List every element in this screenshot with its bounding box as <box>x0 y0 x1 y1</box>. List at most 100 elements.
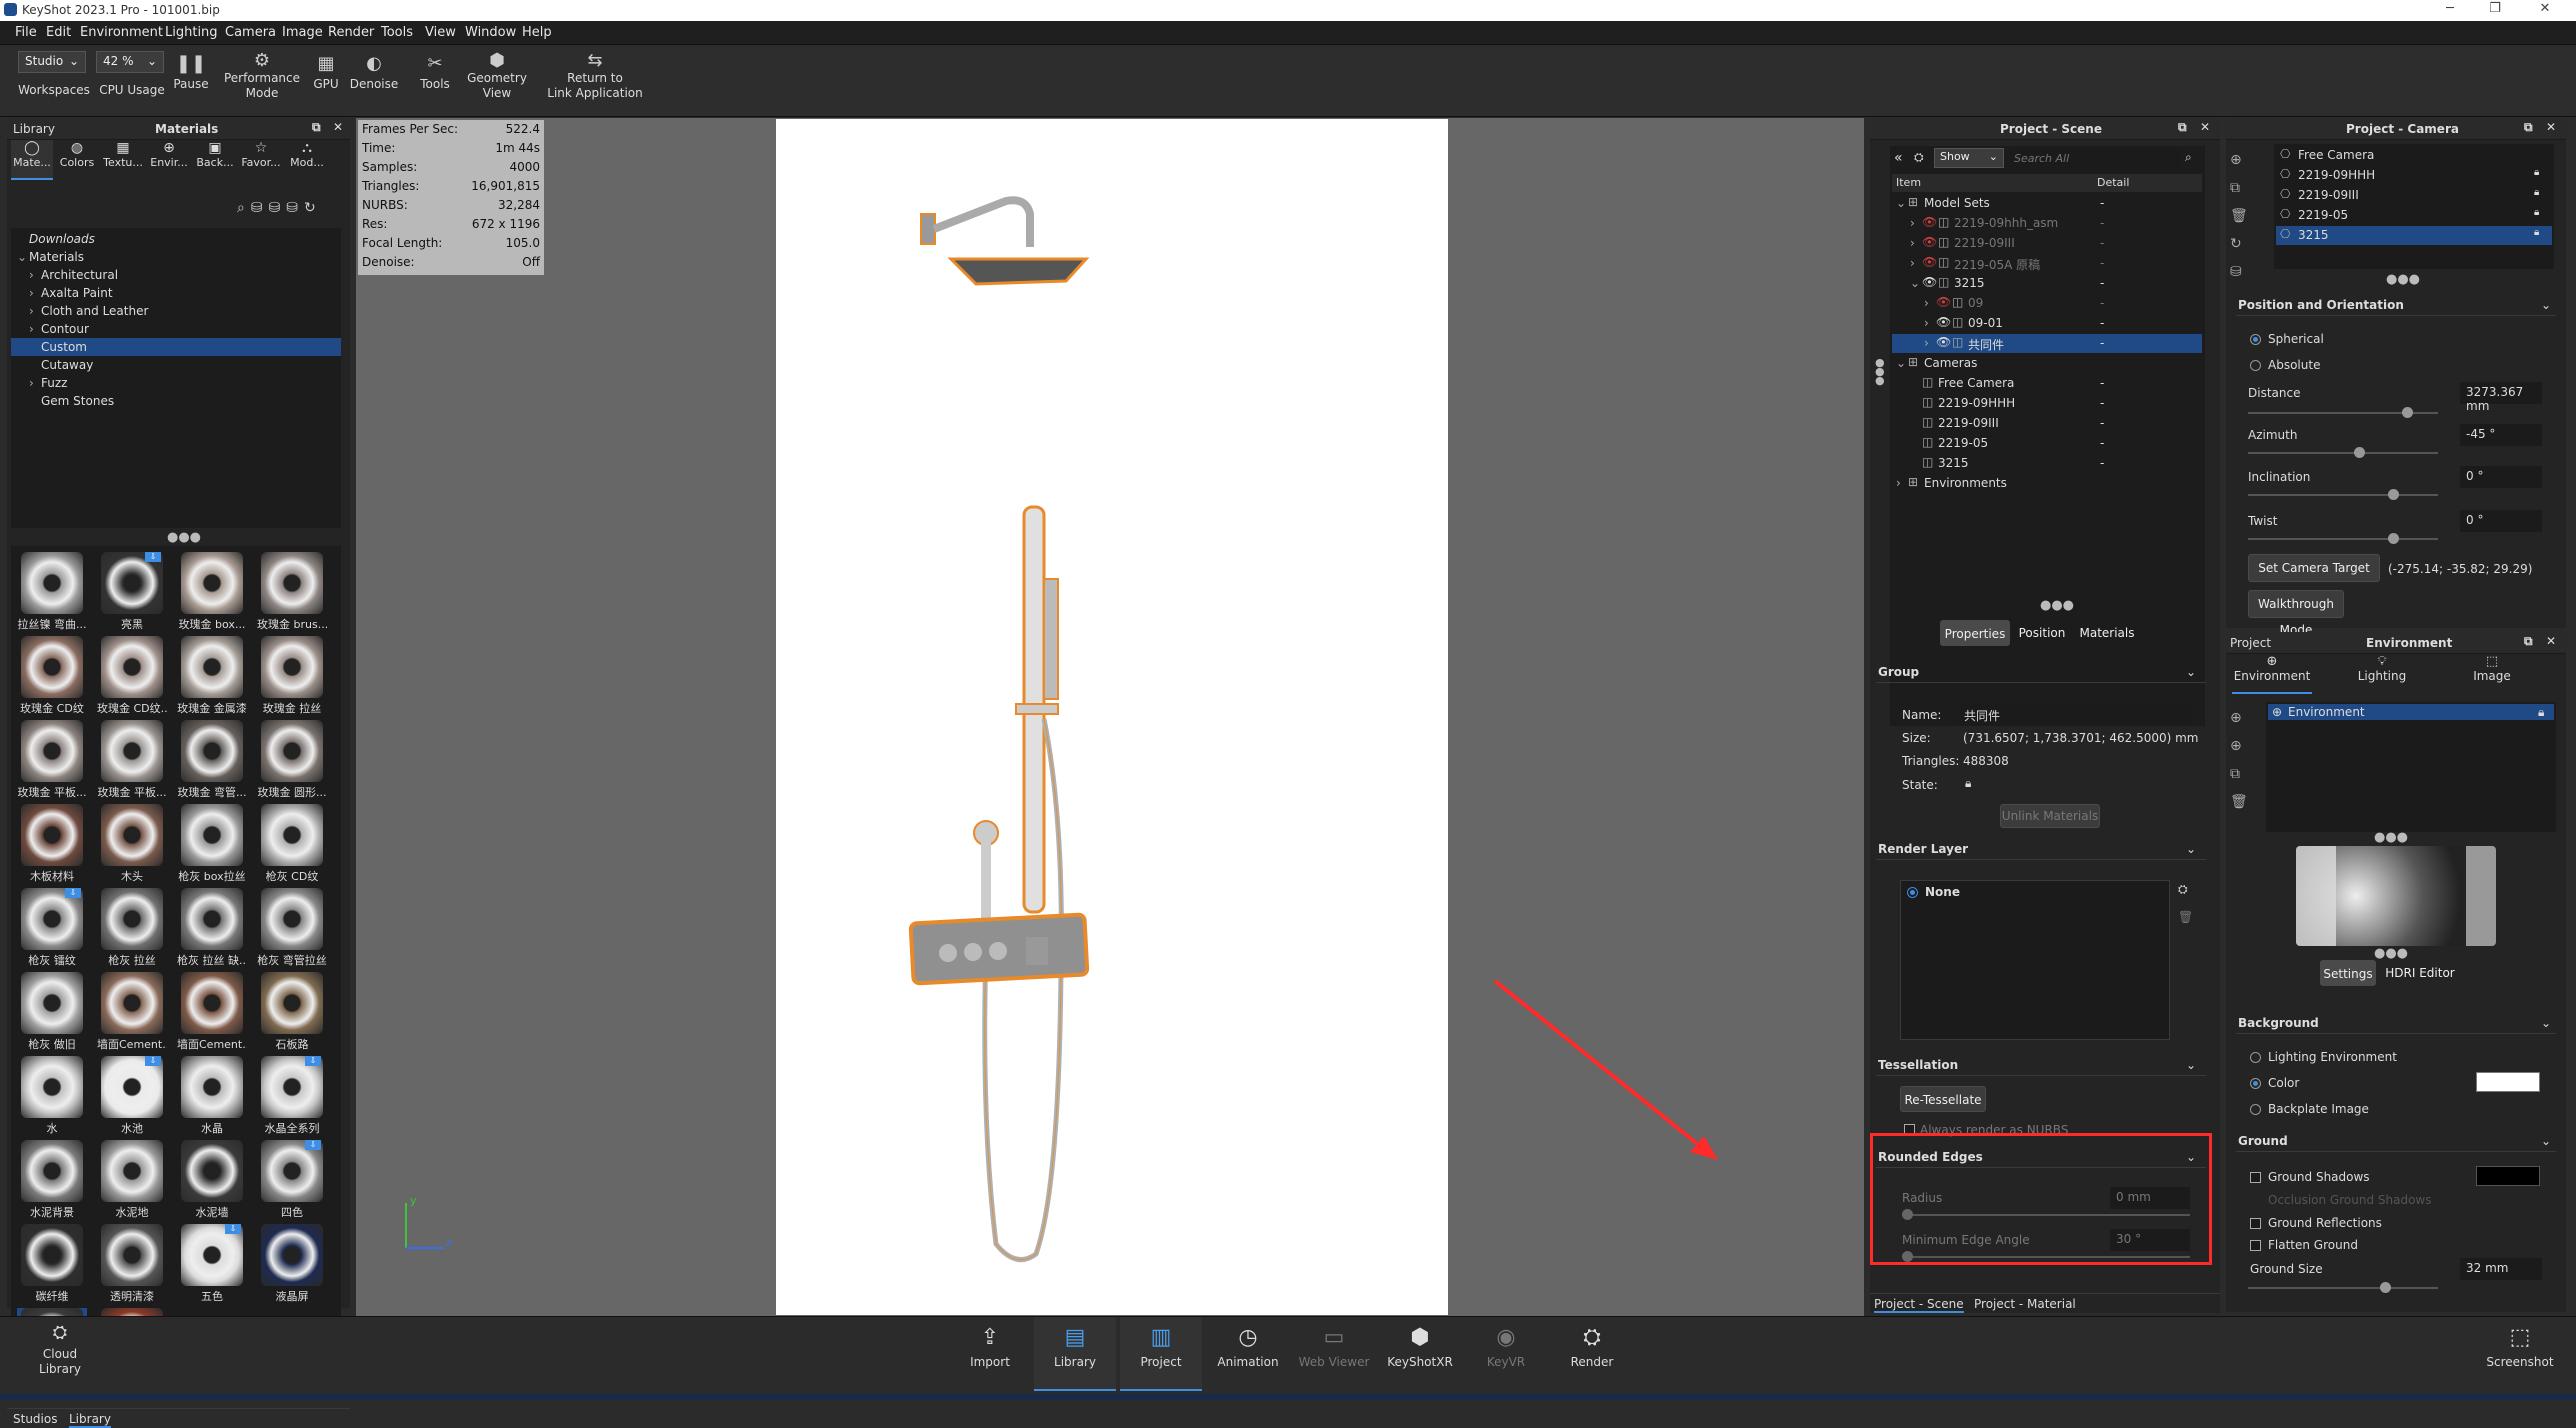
scene-tree-row[interactable]: › 👁︎ ◫ 2219-09hhh_asm - <box>1892 214 2202 233</box>
menu-window[interactable]: Window <box>465 25 516 40</box>
chevron-down-icon[interactable]: ⌄ <box>1896 196 1906 210</box>
render-frame[interactable] <box>776 119 1448 1315</box>
bg-lighting-env-radio[interactable] <box>2250 1052 2261 1063</box>
menu-image[interactable]: Image <box>282 25 323 40</box>
splitter-dots-icon[interactable]: ●●● <box>2040 598 2074 613</box>
camera-item[interactable]: ⎔ Free Camera <box>2276 146 2552 165</box>
material-swatch[interactable]: ⇩ 枪灰 镭纹 <box>17 888 87 972</box>
lock-icon[interactable]: 🔒︎ <box>2538 705 2544 720</box>
scene-tree-row[interactable]: › 👁︎ ◫ 09 - <box>1892 294 2202 313</box>
maximize-icon[interactable]: ❐ <box>2475 1 2515 16</box>
min-edge-angle-field[interactable]: 30 ° <box>2110 1229 2190 1251</box>
splitter-vertical-icon[interactable]: ● ● ● <box>1875 357 1885 386</box>
denoise-button[interactable]: ◐ Denoise <box>348 51 400 92</box>
minimize-icon[interactable]: ─ <box>2430 1 2470 16</box>
close-panel-icon[interactable]: ✕ <box>2546 120 2556 134</box>
tab-properties[interactable]: Properties <box>1940 620 2010 646</box>
tab-position[interactable]: Position <box>2012 620 2072 646</box>
performance-mode-button[interactable]: ⚙ Performance Mode <box>222 51 302 101</box>
material-swatch[interactable]: 玫瑰金 圆形... <box>257 720 327 804</box>
dock-render-button[interactable]: ⛭ Render <box>1552 1325 1632 1369</box>
scene-tree-row[interactable]: › ⊞ Environments <box>1892 474 2202 493</box>
dock-library-button[interactable]: ▤ Library <box>1034 1317 1116 1391</box>
material-swatch[interactable]: 枪灰 拉丝 <box>97 888 167 972</box>
collapse-icon[interactable]: « <box>1894 150 1903 166</box>
undock-icon[interactable]: ⧉ <box>2178 120 2187 135</box>
tree-item[interactable]: › Architectural <box>11 266 341 284</box>
tools-button[interactable]: ✂ Tools <box>415 51 455 92</box>
scene-tree-row[interactable]: ⌄ ⊞ Cameras <box>1892 354 2202 373</box>
tab-materials[interactable]: ◯ Mate... <box>11 140 53 180</box>
rounded-edges-header[interactable]: Rounded Edges ⌄ <box>1876 1148 2206 1168</box>
close-panel-icon[interactable]: ✕ <box>2200 120 2210 134</box>
dock-keyvr-button[interactable]: ◉ KeyVR <box>1466 1325 1546 1369</box>
material-swatch[interactable]: 拉丝镍 弯曲... <box>17 552 87 636</box>
material-swatch[interactable]: 玫瑰金 平板... <box>97 720 167 804</box>
re-tessellate-button[interactable]: Re-Tessellate <box>1900 1086 1986 1112</box>
render-layer-header[interactable]: Render Layer ⌄ <box>1876 840 2206 860</box>
cloud-library-button[interactable]: ⛭ Cloud Library <box>30 1324 90 1377</box>
close-panel-icon[interactable]: ✕ <box>2546 634 2556 648</box>
material-swatch[interactable]: 水晶 <box>177 1056 247 1140</box>
tree-item[interactable]: Custom <box>11 338 341 356</box>
material-swatch[interactable]: 玫瑰金 平板... <box>17 720 87 804</box>
menu-lighting[interactable]: Lighting <box>165 25 218 40</box>
camera-item[interactable]: ⎔ 2219-09HHH 🔒︎ <box>2276 166 2552 185</box>
scene-tree-row[interactable]: › 👁︎ ◫ 共同件 - <box>1892 334 2202 353</box>
bg-color-radio[interactable] <box>2250 1078 2261 1089</box>
background-header[interactable]: Background ⌄ <box>2236 1014 2556 1034</box>
scene-tree-row[interactable]: ⌄ ⊞ Model Sets - <box>1892 194 2202 213</box>
scene-tools-icon[interactable]: ⛭ <box>1914 150 1924 165</box>
delete-camera-icon[interactable]: 🗑︎ <box>2230 202 2250 230</box>
chevron-right-icon[interactable]: › <box>1910 236 1915 250</box>
render-viewport[interactable]: Frames Per Sec: 522.4 Time: 1m 44s Samples: 4… <box>356 118 1864 1316</box>
menu-camera[interactable]: Camera <box>225 25 276 40</box>
tree-item[interactable]: › Fuzz <box>11 374 341 392</box>
distance-slider[interactable] <box>2248 407 2438 418</box>
splitter-dots-icon[interactable]: ●●● <box>167 530 201 545</box>
scene-tree-row[interactable]: › 👁︎ ◫ 09-01 - <box>1892 314 2202 333</box>
material-swatch[interactable]: 玫瑰金 CD纹 <box>17 636 87 720</box>
flatten-ground-checkbox[interactable] <box>2250 1240 2261 1251</box>
radius-field[interactable]: 0 mm <box>2110 1187 2190 1209</box>
lock-icon[interactable]: 🔒︎ <box>1965 776 1971 791</box>
scene-tree-row[interactable]: ◫ 3215 - <box>1892 454 2202 473</box>
library-search-tools[interactable]: ⌕⛁⛁⛁↻ <box>237 200 322 216</box>
duplicate-camera-icon[interactable]: ⧉ <box>2230 174 2250 202</box>
lock-icon[interactable]: 🔒︎ <box>2534 227 2539 238</box>
delete-environment-icon[interactable]: 🗑︎ <box>2230 788 2250 816</box>
camera-item[interactable]: ⎔ 2219-05 🔒︎ <box>2276 206 2552 225</box>
radius-slider[interactable] <box>1902 1209 2190 1220</box>
splitter-dots-icon[interactable]: ●●● <box>2386 272 2420 287</box>
material-swatch[interactable]: 枪灰 做旧 <box>17 972 87 1056</box>
search-icon[interactable]: ⌕ <box>2185 150 2192 165</box>
tree-item[interactable]: Downloads <box>11 230 341 248</box>
eye-icon[interactable]: 👁︎ <box>1936 335 1951 349</box>
eye-off-icon[interactable]: 👁︎ <box>1936 295 1951 309</box>
scene-tree-row[interactable]: › 👁︎ ◫ 2219-09III - <box>1892 234 2202 253</box>
eye-off-icon[interactable]: 👁︎ <box>1922 255 1937 269</box>
tree-item[interactable]: Gem Stones <box>11 392 341 410</box>
chevron-right-icon[interactable]: › <box>1910 216 1915 230</box>
render-model[interactable] <box>776 119 1448 1315</box>
show-dropdown[interactable]: Show ⌄ <box>1934 148 2004 168</box>
delete-layer-icon[interactable]: 🗑︎ <box>2178 910 2193 924</box>
dock-keyshotxr-button[interactable]: ⬢ KeyShotXR <box>1380 1325 1460 1369</box>
set-camera-target-button[interactable]: Set Camera Target <box>2248 554 2380 582</box>
material-swatch[interactable]: ⇩ 水池 <box>97 1056 167 1140</box>
ground-reflections-checkbox[interactable] <box>2250 1218 2261 1229</box>
position-orientation-header[interactable]: Position and Orientation ⌄ <box>2236 296 2556 316</box>
ground-header[interactable]: Ground ⌄ <box>2236 1132 2556 1152</box>
tab-image[interactable]: ⬚ Image <box>2452 654 2532 694</box>
twist-slider[interactable] <box>2248 533 2438 544</box>
bg-backplate-radio[interactable] <box>2250 1104 2261 1115</box>
material-swatch[interactable]: ⇩ 水晶全系列 <box>257 1056 327 1140</box>
material-swatch[interactable]: ⇩ 四色 <box>257 1140 327 1224</box>
group-section-header[interactable]: Group ⌄ <box>1876 663 2206 683</box>
menu-file[interactable]: File <box>15 25 37 40</box>
tab-lighting[interactable]: 💡︎ Lighting <box>2342 654 2422 694</box>
chevron-right-icon[interactable]: › <box>1924 316 1929 330</box>
menu-edit[interactable]: Edit <box>46 25 71 40</box>
eye-icon[interactable]: 👁︎ <box>1922 275 1937 289</box>
name-field[interactable]: 共同件 <box>1958 704 2190 726</box>
